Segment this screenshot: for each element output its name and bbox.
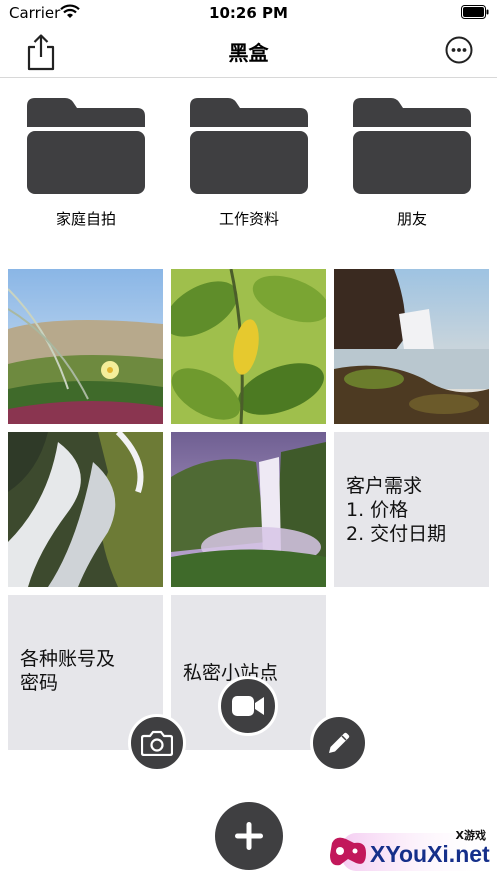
photo-thumbnail — [8, 269, 163, 424]
battery-icon — [461, 5, 489, 19]
page-title: 黑盒 — [228, 41, 269, 65]
gamepad-logo-icon — [330, 837, 366, 866]
photo-tile-coast-waterfall[interactable] — [334, 269, 489, 424]
add-button[interactable] — [215, 802, 283, 870]
folder-work-files[interactable]: 工作资料 — [188, 96, 310, 229]
photo-thumbnail — [171, 269, 326, 424]
folder-friends[interactable]: 朋友 — [351, 96, 473, 229]
navigation-bar: 黑盒 — [0, 26, 497, 78]
folder-family-selfies[interactable]: 家庭自拍 — [25, 96, 147, 229]
photo-tile-green-leaves[interactable] — [171, 269, 326, 424]
folder-label: 家庭自拍 — [55, 210, 116, 228]
plus-icon — [235, 822, 263, 850]
photo-tile-river-rocks[interactable] — [8, 432, 163, 587]
note-tile-client-needs[interactable]: 客户需求 1. 价格 2. 交付日期 — [334, 432, 489, 587]
note-text: 客户需求 1. 价格 2. 交付日期 — [346, 475, 447, 545]
edit-button[interactable] — [310, 714, 368, 772]
camera-button[interactable] — [128, 714, 186, 772]
video-camera-icon — [232, 696, 264, 716]
photo-thumbnail — [171, 432, 326, 587]
watermark: X游戏 XYouXi.net — [322, 823, 494, 875]
status-bar: Carrier 10:26 PM — [0, 0, 497, 26]
camera-icon — [141, 730, 173, 756]
status-time: 10:26 PM — [209, 4, 288, 22]
photo-thumbnail — [334, 269, 489, 424]
video-button[interactable] — [218, 676, 278, 736]
watermark-text: XYouXi.net — [370, 841, 490, 867]
folder-label: 朋友 — [396, 210, 427, 228]
photo-thumbnail — [8, 432, 163, 587]
pencil-icon — [329, 732, 350, 753]
more-icon[interactable] — [445, 36, 473, 64]
note-text: 各种账号及 密码 — [20, 648, 116, 694]
folder-label: 工作资料 — [218, 210, 279, 228]
folder-icon — [190, 98, 308, 194]
folder-icon — [27, 98, 145, 194]
folder-icon — [353, 98, 471, 194]
photo-tile-beach-flower[interactable] — [8, 269, 163, 424]
photo-tile-misty-waterfall[interactable] — [171, 432, 326, 587]
